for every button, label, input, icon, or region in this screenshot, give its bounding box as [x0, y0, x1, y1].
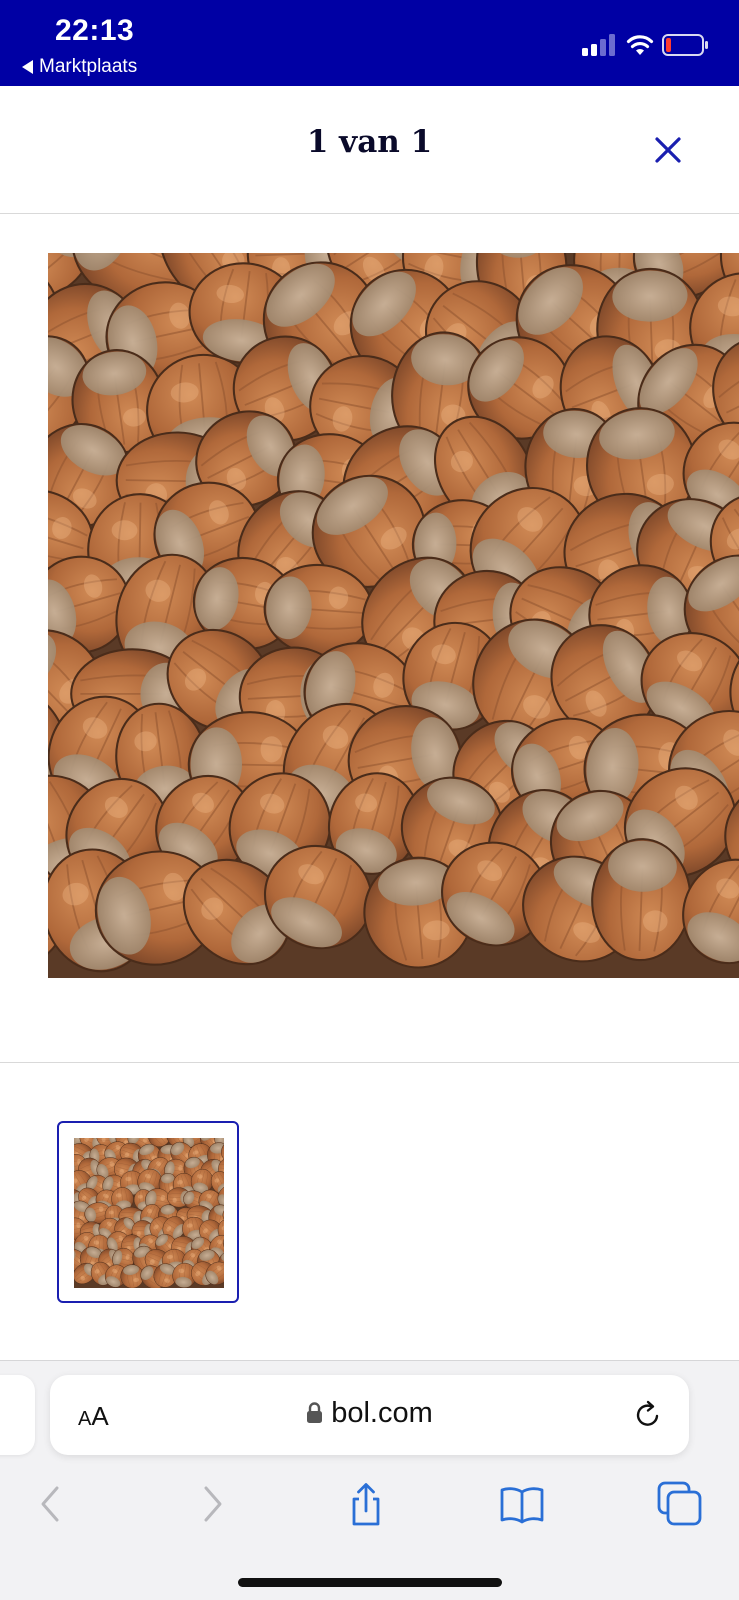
back-arrow-icon[interactable] [27, 1479, 77, 1529]
status-bar: 22:13 Marktplaats [0, 0, 739, 86]
hazelnuts-photo[interactable] [48, 253, 739, 978]
address-bar[interactable]: AA bol.com [50, 1375, 689, 1455]
safari-bottom-bar: AA bol.com [0, 1360, 739, 1600]
reload-icon[interactable] [632, 1399, 664, 1431]
cellular-signal-icon [582, 34, 615, 56]
close-icon[interactable] [648, 130, 688, 170]
tabs-icon[interactable] [655, 1479, 705, 1529]
gallery-header: 1 van 1 [0, 86, 739, 214]
wifi-icon [626, 35, 654, 55]
lock-icon [307, 1402, 323, 1423]
url-text: bol.com [331, 1397, 433, 1429]
url-display[interactable]: bol.com [50, 1397, 689, 1430]
forward-arrow-icon[interactable] [186, 1479, 236, 1529]
bookmarks-icon[interactable] [497, 1479, 547, 1529]
thumbnail-selected[interactable] [57, 1121, 239, 1303]
browser-toolbar [0, 1471, 739, 1541]
hazelnuts-thumbnail [74, 1138, 224, 1288]
battery-low-icon [662, 34, 708, 56]
previous-tab-preview[interactable] [0, 1375, 35, 1455]
divider [0, 1062, 739, 1063]
image-counter-title: 1 van 1 [306, 124, 433, 160]
back-to-app-link[interactable]: Marktplaats [22, 56, 137, 78]
home-indicator [238, 1578, 502, 1587]
status-time: 22:13 [55, 14, 135, 47]
share-icon[interactable] [341, 1479, 391, 1529]
back-app-label: Marktplaats [39, 56, 138, 77]
back-triangle-icon [22, 60, 33, 74]
